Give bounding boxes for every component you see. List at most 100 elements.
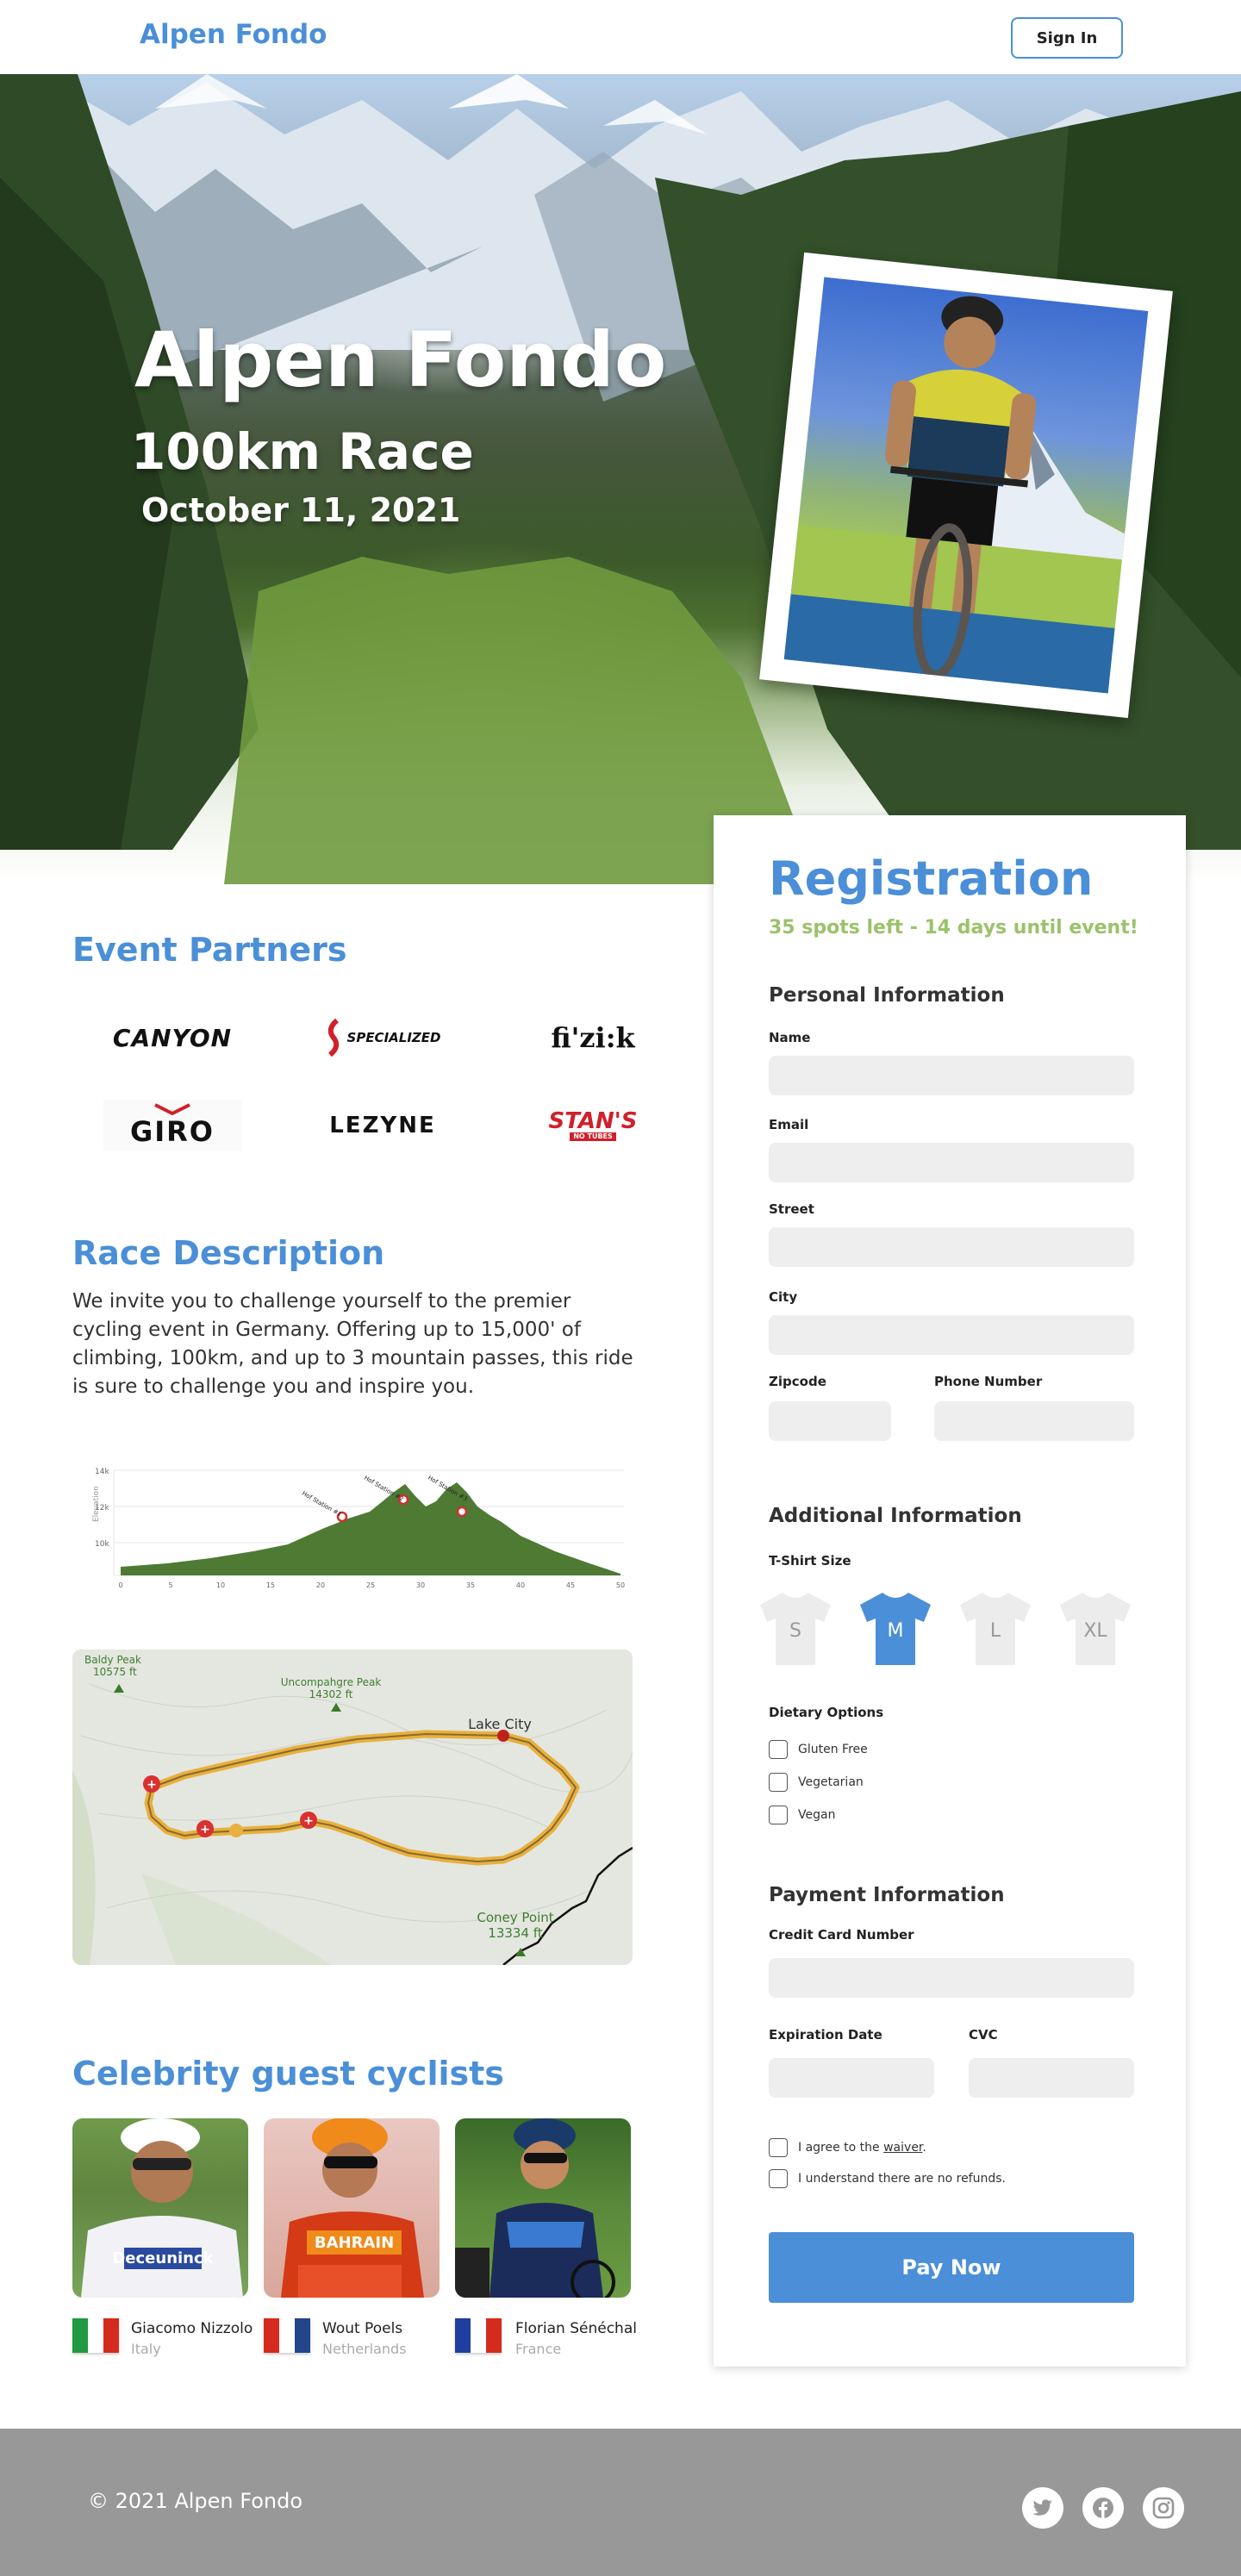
personal-info-heading: Personal Information <box>769 984 1005 1007</box>
celebrity-photo: BAHRAIN <box>264 2118 440 2298</box>
street-label: Street <box>769 1201 814 1217</box>
partner-logo-giro[interactable]: GIRO <box>103 1100 241 1151</box>
dietary-option-vegetarian[interactable]: Vegetarian <box>769 1772 864 1793</box>
checkbox[interactable] <box>769 1806 788 1824</box>
checkbox[interactable] <box>769 2169 788 2188</box>
size-label: XL <box>1083 1620 1107 1642</box>
name-label: Name <box>769 1030 811 1045</box>
zipcode-label: Zipcode <box>769 1374 826 1389</box>
phone-label: Phone Number <box>934 1374 1043 1389</box>
ytick: 14k <box>95 1468 109 1476</box>
expiration-field[interactable] <box>769 2058 934 2098</box>
cyclist-photo <box>783 277 1149 694</box>
facebook-icon[interactable] <box>1082 2487 1124 2529</box>
tshirt-size-s[interactable]: S <box>758 1591 833 1667</box>
partner-logo-lezyne[interactable]: LEZYNE <box>314 1100 452 1151</box>
partner-logo-specialized[interactable]: SPECIALIZED <box>314 1012 452 1063</box>
city-label: Lake City <box>468 1716 532 1732</box>
email-label: Email <box>769 1117 809 1132</box>
copyright-text: © 2021 Alpen Fondo <box>88 2489 303 2513</box>
partner-logo-fizik[interactable]: fi'zi:k <box>524 1012 662 1063</box>
sign-in-button[interactable]: Sign In <box>1011 17 1123 59</box>
xtick: 30 <box>416 1581 425 1589</box>
size-label: M <box>887 1620 904 1642</box>
pass-label: Hof Station #1 <box>301 1490 343 1519</box>
no-refunds-label: I understand there are no refunds. <box>798 2172 1006 2186</box>
pay-now-button[interactable]: Pay Now <box>769 2232 1134 2303</box>
xtick: 20 <box>316 1581 325 1589</box>
svg-text:+: + <box>303 1814 314 1828</box>
tshirt-size-label: T-Shirt Size <box>769 1553 851 1569</box>
expiration-label: Expiration Date <box>769 2027 882 2043</box>
partner-logo-stans[interactable]: STAN'S NO TUBES <box>524 1100 662 1151</box>
celebrity-country: Netherlands <box>322 2341 407 2357</box>
checkpoint-marker: + <box>143 1775 160 1793</box>
jersey-text: BAHRAIN <box>315 2234 394 2252</box>
checkbox[interactable] <box>769 2138 788 2157</box>
ytick: 12k <box>95 1504 109 1513</box>
tshirt-size-xl[interactable]: XL <box>1058 1591 1132 1667</box>
top-nav: Alpen Fondo Sign In <box>0 0 1241 74</box>
agree-waiver-label: I agree to the waiver. <box>798 2141 926 2155</box>
celebrity-name: Florian Sénéchal <box>515 2320 637 2337</box>
xtick: 50 <box>616 1581 625 1589</box>
peak-elevation: 13334 ft <box>488 1925 543 1941</box>
flag-france-icon <box>455 2318 502 2353</box>
size-label: S <box>789 1620 801 1642</box>
registration-card: Registration 35 spots left - 14 days unt… <box>714 815 1186 2367</box>
site-logo[interactable]: Alpen Fondo <box>140 19 327 50</box>
instagram-icon[interactable] <box>1143 2487 1184 2529</box>
dietary-option-gluten-free[interactable]: Gluten Free <box>769 1739 868 1760</box>
ytick: 10k <box>95 1540 109 1549</box>
tshirt-size-m-selected[interactable]: M <box>858 1591 932 1667</box>
checkpoint-marker: + <box>196 1820 214 1837</box>
email-field[interactable] <box>769 1143 1134 1182</box>
name-field[interactable] <box>769 1056 1134 1095</box>
zipcode-field[interactable] <box>769 1401 891 1441</box>
checkpoint-marker: + <box>300 1812 317 1829</box>
celebrity-photo: Deceuninck <box>72 2118 248 2298</box>
race-description-heading: Race Description <box>72 1234 385 1272</box>
no-refunds-row[interactable]: I understand there are no refunds. <box>769 2168 1006 2189</box>
celebrity-name: Wout Poels <box>322 2320 403 2337</box>
pass-marker <box>456 1506 468 1518</box>
peak-name: Coney Point <box>477 1910 553 1925</box>
credit-card-field[interactable] <box>769 1958 1134 1998</box>
peak-name: Baldy Peak <box>84 1654 141 1666</box>
waiver-link[interactable]: waiver <box>883 2141 922 2155</box>
elevation-profile: Elevation 14k 12k 10k Hof Station #1 Hof… <box>92 1468 625 1589</box>
xtick: 40 <box>516 1581 525 1589</box>
phone-field[interactable] <box>934 1401 1134 1441</box>
jersey-text: Deceuninck <box>112 2249 214 2267</box>
city-field[interactable] <box>769 1315 1134 1355</box>
dietary-label: Dietary Options <box>769 1705 884 1720</box>
footer: © 2021 Alpen Fondo <box>0 2429 1241 2576</box>
size-label: L <box>989 1620 1001 1642</box>
card-label: Credit Card Number <box>769 1927 914 1943</box>
route-map[interactable]: + + + Baldy Peak 10575 ft Uncompahgre Pe… <box>72 1650 633 1965</box>
checkbox-label: Vegan <box>798 1808 836 1822</box>
dietary-option-vegan[interactable]: Vegan <box>769 1805 835 1825</box>
street-field[interactable] <box>769 1227 1134 1267</box>
cvc-field[interactable] <box>969 2058 1134 2098</box>
agree-waiver-row[interactable]: I agree to the waiver. <box>769 2137 926 2158</box>
peak-name: Uncompahgre Peak <box>281 1676 382 1688</box>
registration-title: Registration <box>769 851 1094 906</box>
twitter-icon[interactable] <box>1022 2487 1063 2529</box>
checkbox[interactable] <box>769 1740 788 1759</box>
xtick: 0 <box>118 1581 122 1589</box>
flag-netherlands-icon <box>264 2318 310 2353</box>
xtick: 15 <box>266 1581 275 1589</box>
celebrity-name: Giacomo Nizzolo <box>131 2320 253 2337</box>
cyclist-photo-frame <box>759 252 1173 719</box>
event-partners-heading: Event Partners <box>72 931 347 969</box>
checkbox[interactable] <box>769 1773 788 1792</box>
checkbox-label: Vegetarian <box>798 1775 864 1789</box>
hero-date: October 11, 2021 <box>141 491 461 529</box>
tshirt-size-l[interactable]: L <box>958 1591 1032 1667</box>
svg-text:+: + <box>200 1823 210 1837</box>
celebrity-photo <box>455 2118 631 2298</box>
race-description-text: We invite you to challenge yourself to t… <box>72 1290 633 1398</box>
cvc-label: CVC <box>969 2027 998 2043</box>
partner-logo-canyon[interactable]: CANYON <box>103 1012 241 1063</box>
